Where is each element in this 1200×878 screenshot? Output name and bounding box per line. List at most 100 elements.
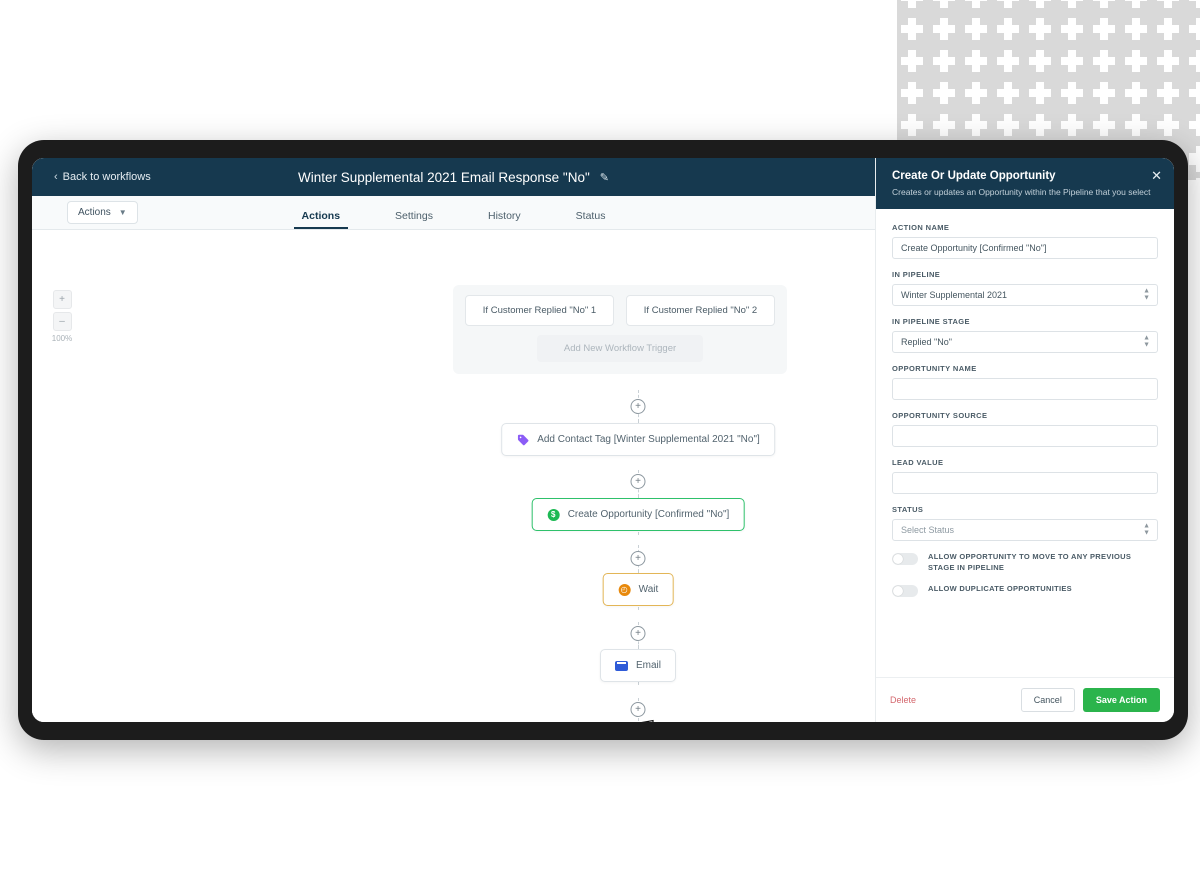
field-label: OPPORTUNITY SOURCE — [892, 411, 988, 421]
toggle-allow-previous-stage: ALLOW OPPORTUNITY TO MOVE TO ANY PREVIOU… — [892, 552, 1158, 574]
plus-icon — [1189, 246, 1200, 268]
edit-pencil-icon[interactable]: ✎ — [600, 171, 609, 184]
workflow-node-label: Email — [635, 660, 662, 671]
workflow-node-add-contact-tag[interactable]: Add Contact Tag [Winter Supplemental 202… — [501, 423, 775, 456]
plus-icon — [1093, 114, 1115, 136]
actions-dropdown-button[interactable]: Actions ▼ — [67, 201, 138, 224]
envelope-icon — [614, 659, 628, 672]
plus-icon — [1029, 0, 1051, 8]
trigger-item-2[interactable]: If Customer Replied "No" 2 — [626, 295, 775, 326]
tab-actions-label: Actions — [301, 210, 341, 222]
close-icon[interactable]: ✕ — [1151, 169, 1162, 182]
plus-icon — [965, 82, 987, 104]
save-action-button[interactable]: Save Action — [1082, 688, 1160, 712]
plus-icon — [997, 114, 1019, 136]
footer-actions: Cancel Save Action — [1020, 688, 1160, 712]
opportunity-name-input[interactable] — [892, 378, 1158, 401]
opportunity-source-input[interactable] — [892, 425, 1158, 448]
cancel-button[interactable]: Cancel — [1020, 688, 1075, 712]
plus-icon — [1029, 18, 1051, 40]
add-step-button[interactable]: + — [630, 474, 646, 489]
in-pipeline-select[interactable]: Winter Supplemental 2021 ▲ ▼ — [892, 284, 1158, 307]
field-lead-value: LEAD VALUE — [892, 458, 1158, 495]
app-topbar: ‹ Back to workflows Winter Supplemental … — [32, 158, 875, 196]
in-pipeline-stage-select[interactable]: Replied "No" ▲ ▼ — [892, 331, 1158, 354]
plus-icon — [1189, 114, 1200, 136]
plus-icon — [1061, 50, 1083, 72]
tab-status-label: Status — [575, 210, 606, 222]
tab-settings[interactable]: Settings — [395, 210, 433, 229]
plus-icon — [1061, 114, 1083, 136]
add-step-button[interactable]: + — [630, 551, 646, 566]
panel-body: ACTION NAME Create Opportunity [Confirme… — [876, 209, 1174, 677]
field-label: IN PIPELINE STAGE — [892, 317, 970, 327]
plus-icon — [1093, 0, 1115, 8]
workflow-node-email[interactable]: Email — [599, 649, 677, 682]
plus-icon — [1189, 82, 1200, 104]
workflow-node-label: Add Contact Tag [Winter Supplemental 202… — [537, 434, 760, 445]
status-select[interactable]: Select Status ▲ ▼ — [892, 519, 1158, 542]
field-in-pipeline: IN PIPELINE Winter Supplemental 2021 ▲ ▼ — [892, 270, 1158, 307]
plus-icon — [933, 50, 955, 72]
plus-icon — [1125, 18, 1147, 40]
plus-icon — [933, 82, 955, 104]
field-opportunity-name: OPPORTUNITY NAME — [892, 364, 1158, 401]
field-label: STATUS — [892, 505, 924, 515]
lead-value-input[interactable] — [892, 472, 1158, 495]
plus-icon — [1157, 18, 1179, 40]
panel-title: Create Or Update Opportunity — [892, 170, 1056, 182]
workflow-node-wait[interactable]: ◴ Wait — [602, 573, 674, 606]
trigger-item-1[interactable]: If Customer Replied "No" 1 — [465, 295, 614, 326]
plus-icon — [1157, 50, 1179, 72]
plus-icon — [1093, 18, 1115, 40]
plus-icon — [1093, 82, 1115, 104]
field-in-pipeline-stage: IN PIPELINE STAGE Replied "No" ▲ ▼ — [892, 317, 1158, 354]
tab-settings-label: Settings — [395, 210, 433, 222]
delete-button[interactable]: Delete — [890, 695, 916, 705]
workflow-node-create-opportunity[interactable]: $ Create Opportunity [Confirmed "No"] — [531, 498, 745, 531]
field-action-name: ACTION NAME Create Opportunity [Confirme… — [892, 223, 1158, 260]
plus-icon — [1189, 214, 1200, 236]
plus-icon — [997, 50, 1019, 72]
plus-icon — [901, 50, 923, 72]
toggle-allow-duplicates: ALLOW DUPLICATE OPPORTUNITIES — [892, 584, 1158, 598]
clock-icon: ◴ — [618, 583, 631, 596]
tab-actions[interactable]: Actions — [293, 210, 348, 229]
panel-subtitle: Creates or updates an Opportunity within… — [892, 187, 1151, 197]
zoom-out-button[interactable]: – — [52, 312, 72, 331]
plus-icon — [1125, 114, 1147, 136]
plus-icon — [965, 0, 987, 8]
device-frame: ‹ Back to workflows Winter Supplemental … — [18, 140, 1188, 740]
plus-icon — [901, 0, 923, 8]
zoom-in-button[interactable]: + — [52, 290, 72, 309]
zoom-level-label: 100% — [51, 334, 73, 343]
tab-status[interactable]: Status — [576, 210, 606, 229]
add-step-button[interactable]: + — [630, 399, 646, 414]
action-name-input[interactable]: Create Opportunity [Confirmed "No"] — [892, 237, 1158, 260]
plus-icon — [1189, 0, 1200, 8]
plus-icon — [1157, 0, 1179, 8]
zoom-controls: + – 100% — [48, 290, 76, 343]
plus-icon — [1029, 50, 1051, 72]
add-step-button[interactable]: + — [630, 702, 646, 717]
plus-icon — [1189, 182, 1200, 204]
tab-history[interactable]: History — [488, 210, 521, 229]
plus-icon — [933, 18, 955, 40]
toggle-switch[interactable] — [892, 585, 918, 598]
page-root: ‹ Back to workflows Winter Supplemental … — [0, 0, 1200, 878]
add-step-button[interactable]: + — [630, 626, 646, 641]
toggle-switch[interactable] — [892, 553, 918, 566]
plus-icon — [1189, 18, 1200, 40]
checkered-flag-icon — [622, 718, 654, 722]
plus-icon — [1093, 50, 1115, 72]
chevron-down-icon: ▼ — [118, 208, 127, 217]
toggle-label: ALLOW OPPORTUNITY TO MOVE TO ANY PREVIOU… — [928, 552, 1132, 573]
add-new-workflow-trigger-button[interactable]: Add New Workflow Trigger — [537, 335, 703, 362]
panel-header: Create Or Update Opportunity Creates or … — [876, 158, 1174, 210]
workflow-canvas[interactable]: + – 100% If Customer Replied "No" 1 If C… — [32, 230, 875, 722]
device-screen: ‹ Back to workflows Winter Supplemental … — [32, 158, 1174, 722]
plus-icon — [901, 18, 923, 40]
chevron-updown-icon: ▲ ▼ — [1143, 288, 1150, 302]
in-pipeline-value: Winter Supplemental 2021 — [901, 290, 1008, 301]
plus-icon — [901, 114, 923, 136]
